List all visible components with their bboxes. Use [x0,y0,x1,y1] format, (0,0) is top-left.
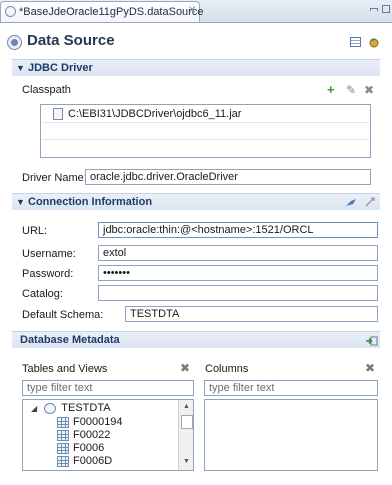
schema-icon [44,402,57,414]
url-label: URL: [22,225,48,237]
remove-classpath-icon[interactable]: ✖ [364,83,374,97]
vertical-scrollbar[interactable]: ▲ ▼ [178,400,193,470]
section-label: Database Metadata [20,334,120,346]
section-label: JDBC Driver [28,62,93,74]
datasource-file-icon [5,6,16,17]
columns-label: Columns [205,363,249,375]
driver-name-label: Driver Name: [22,172,87,184]
table-name: F00022 [73,429,111,441]
password-label: Password: [22,268,74,280]
columns-list[interactable] [204,399,378,471]
username-label: Username: [22,248,76,260]
add-classpath-icon[interactable]: + [327,82,335,97]
editor-tab[interactable]: *BaseJdeOracle11gPyDS.dataSource ✕ [0,1,204,22]
tree-item-root[interactable]: ◢ TESTDTA [31,402,111,415]
table-icon [57,429,69,441]
table-name: F0006 [73,442,105,454]
tree-root-label: TESTDTA [61,402,111,414]
username-field[interactable]: extol [98,245,378,261]
jdbc-driver-section-header[interactable]: ▼ JDBC Driver [12,59,380,76]
test-connection-icon[interactable] [345,197,357,208]
default-schema-field[interactable]: TESTDTA [125,306,378,322]
jar-file-icon [53,108,63,120]
driver-name-field[interactable]: oracle.jdbc.driver.OracleDriver [85,169,371,185]
tree-item-table[interactable]: F0006 [57,442,104,455]
tables-and-views-label: Tables and Views [22,363,108,375]
section-label: Connection Information [28,196,153,208]
refresh-connection-icon[interactable] [368,37,380,48]
expand-triangle-icon[interactable]: ◢ [31,404,37,413]
classpath-list[interactable]: C:\EBI31\JDBCDriver\ojdbc6_11.jar [40,104,371,158]
edit-classpath-icon[interactable]: ✎ [346,83,356,97]
list-item[interactable]: C:\EBI31\JDBCDriver\ojdbc6_11.jar [42,106,369,123]
editor-tab-title: *BaseJdeOracle11gPyDS.dataSource [19,6,204,18]
disconnect-icon[interactable] [364,196,376,208]
clear-tables-icon[interactable]: ✖ [180,361,190,375]
table-view-icon[interactable] [350,37,361,47]
connection-info-section-header[interactable]: ▼ Connection Information [12,193,380,210]
tables-filter-input[interactable]: type filter text [22,380,194,396]
tree-item-table[interactable]: F00022 [57,429,110,442]
tree-item-table[interactable]: F0000194 [57,416,123,429]
scroll-thumb[interactable] [181,415,193,429]
database-metadata-section-header: Database Metadata [12,331,380,348]
default-schema-label: Default Schema: [22,309,104,321]
tree-item-table[interactable]: F0006D [57,455,112,468]
table-icon [57,416,69,428]
catalog-field[interactable] [98,285,378,301]
collapse-triangle-icon[interactable]: ▼ [16,197,25,207]
password-field[interactable]: ••••••• [98,265,378,281]
list-divider [42,139,369,140]
collapse-triangle-icon[interactable]: ▼ [16,63,25,73]
url-field[interactable]: jdbc:oracle:thin:@<hostname>:1521/ORCL [98,222,378,238]
scroll-up-icon[interactable]: ▲ [183,403,190,410]
minimize-icon[interactable] [370,8,378,11]
import-metadata-icon[interactable] [366,336,378,346]
tables-tree[interactable]: ◢ TESTDTA F0000194 F00022 F0006 F0006D ▲ ▼ [22,399,194,471]
classpath-entry: C:\EBI31\JDBCDriver\ojdbc6_11.jar [68,108,242,120]
scroll-down-icon[interactable]: ▼ [183,458,190,465]
clear-columns-icon[interactable]: ✖ [365,361,375,375]
table-name: F0000194 [73,416,123,428]
maximize-icon[interactable] [382,5,390,13]
table-icon [57,455,69,467]
page-title: Data Source [27,32,115,49]
classpath-label: Classpath [22,84,71,96]
columns-filter-input[interactable]: type filter text [204,380,378,396]
table-name: F0006D [73,455,113,467]
close-icon[interactable]: ✕ [188,5,196,16]
table-icon [57,442,69,454]
catalog-label: Catalog: [22,288,63,300]
datasource-icon [7,35,22,50]
